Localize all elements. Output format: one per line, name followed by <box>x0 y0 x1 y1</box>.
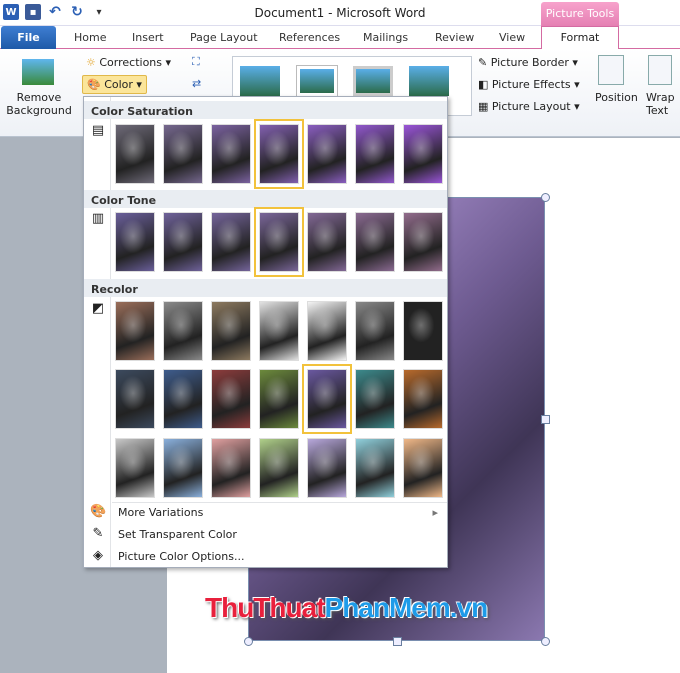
recolor-option[interactable] <box>302 364 352 434</box>
recolor-option[interactable] <box>163 369 203 429</box>
recolor-option[interactable] <box>307 301 347 361</box>
submenu-arrow-icon: ▸ <box>432 506 438 519</box>
recolor-option[interactable] <box>403 438 443 498</box>
section-color-tone: Color Tone <box>84 190 447 208</box>
tone-option[interactable] <box>355 212 395 272</box>
recolor-option[interactable] <box>211 301 251 361</box>
picture-effects-button[interactable]: ◧ Picture Effects ▾ <box>478 78 580 91</box>
style-thumbnail[interactable] <box>240 66 280 96</box>
position-icon <box>598 55 624 85</box>
tab-format[interactable]: Format <box>541 26 619 50</box>
sun-icon: ☼ <box>86 56 96 69</box>
tone-option[interactable] <box>254 207 304 277</box>
watermark-logo: ThuThuatPhanMem.vn <box>205 592 488 623</box>
tone-icon: ▥ <box>91 211 105 226</box>
saturation-option[interactable] <box>355 124 395 184</box>
picture-tools-label: Picture Tools <box>541 2 619 26</box>
recolor-option[interactable] <box>259 301 299 361</box>
resize-handle[interactable] <box>541 637 550 646</box>
resize-handle[interactable] <box>541 193 550 202</box>
tone-option[interactable] <box>163 212 203 272</box>
tab-page-layout[interactable]: Page Layout <box>190 31 258 44</box>
compress-pictures-icon[interactable]: ⛶ <box>192 55 200 69</box>
style-thumbnail[interactable] <box>409 66 449 96</box>
tone-option[interactable] <box>115 212 155 272</box>
saturation-option[interactable] <box>307 124 347 184</box>
recolor-option[interactable] <box>307 438 347 498</box>
saturation-option[interactable] <box>254 119 304 189</box>
effects-icon: ◧ <box>478 78 489 91</box>
recolor-option[interactable] <box>115 369 155 429</box>
ribbon-tabs: File Home Insert Page Layout References … <box>0 26 680 50</box>
title-bar: W ▪ ↶ ↻ ▾ Document1 - Microsoft Word Pic… <box>0 0 680 26</box>
recolor-option[interactable] <box>211 438 251 498</box>
recolor-option[interactable] <box>115 301 155 361</box>
recolor-option[interactable] <box>163 301 203 361</box>
color-button[interactable]: 🎨 Color ▾ <box>82 75 147 94</box>
recolor-option[interactable] <box>163 438 203 498</box>
recolor-option[interactable] <box>355 369 395 429</box>
saturation-option[interactable] <box>403 124 443 184</box>
tab-file[interactable]: File <box>1 26 56 49</box>
recolor-option[interactable] <box>403 301 443 361</box>
remove-background-button[interactable]: Remove Background <box>6 91 72 117</box>
saturation-option[interactable] <box>115 124 155 184</box>
style-thumbnail[interactable] <box>353 66 393 96</box>
saturation-option[interactable] <box>211 124 251 184</box>
palette-icon: 🎨 <box>90 504 107 519</box>
picture-color-options-item[interactable]: Picture Color Options... <box>118 550 244 563</box>
remove-background-icon <box>22 59 54 85</box>
resize-handle[interactable] <box>244 637 253 646</box>
color-icon: 🎨 <box>87 78 101 91</box>
more-variations-item[interactable]: More Variations ▸ <box>118 506 438 519</box>
recolor-option[interactable] <box>403 369 443 429</box>
recolor-option[interactable] <box>355 301 395 361</box>
resize-handle[interactable] <box>541 415 550 424</box>
color-dropdown-menu: Color Saturation ▤ Color Tone ▥ Recolor … <box>83 96 448 568</box>
recolor-option[interactable] <box>259 369 299 429</box>
corrections-button[interactable]: ☼ Corrections ▾ <box>86 56 171 69</box>
saturation-option[interactable] <box>163 124 203 184</box>
position-button[interactable]: Position <box>595 91 638 104</box>
recolor-icon: ◩ <box>91 301 105 316</box>
picture-color-options-icon: ◈ <box>93 548 103 563</box>
picture-border-button[interactable]: ✎ Picture Border ▾ <box>478 56 578 69</box>
picture-layout-button[interactable]: ▦ Picture Layout ▾ <box>478 100 580 113</box>
wrap-text-button[interactable]: Wrap Text <box>646 91 678 117</box>
wrap-text-icon <box>648 55 672 85</box>
recolor-option[interactable] <box>355 438 395 498</box>
tone-option[interactable] <box>211 212 251 272</box>
section-recolor: Recolor <box>84 279 447 297</box>
saturation-icon: ▤ <box>91 123 105 138</box>
recolor-option[interactable] <box>115 438 155 498</box>
tone-option[interactable] <box>307 212 347 272</box>
menu-gutter <box>84 97 111 567</box>
tab-review[interactable]: Review <box>435 31 474 44</box>
change-picture-icon[interactable]: ⇄ <box>192 77 201 90</box>
pen-icon: ✎ <box>478 56 488 69</box>
tab-home[interactable]: Home <box>74 31 106 44</box>
tab-mailings[interactable]: Mailings <box>363 31 408 44</box>
set-transparent-icon: ✎ <box>92 526 104 541</box>
tab-insert[interactable]: Insert <box>132 31 164 44</box>
tab-view[interactable]: View <box>499 31 525 44</box>
resize-handle[interactable] <box>393 637 402 646</box>
recolor-option[interactable] <box>259 438 299 498</box>
set-transparent-color-item[interactable]: Set Transparent Color <box>118 528 237 541</box>
recolor-option[interactable] <box>211 369 251 429</box>
style-thumbnail[interactable] <box>296 65 338 97</box>
tone-option[interactable] <box>403 212 443 272</box>
divider <box>112 502 447 503</box>
section-color-saturation: Color Saturation <box>84 101 447 119</box>
layout-icon: ▦ <box>478 100 489 113</box>
tab-references[interactable]: References <box>279 31 340 44</box>
